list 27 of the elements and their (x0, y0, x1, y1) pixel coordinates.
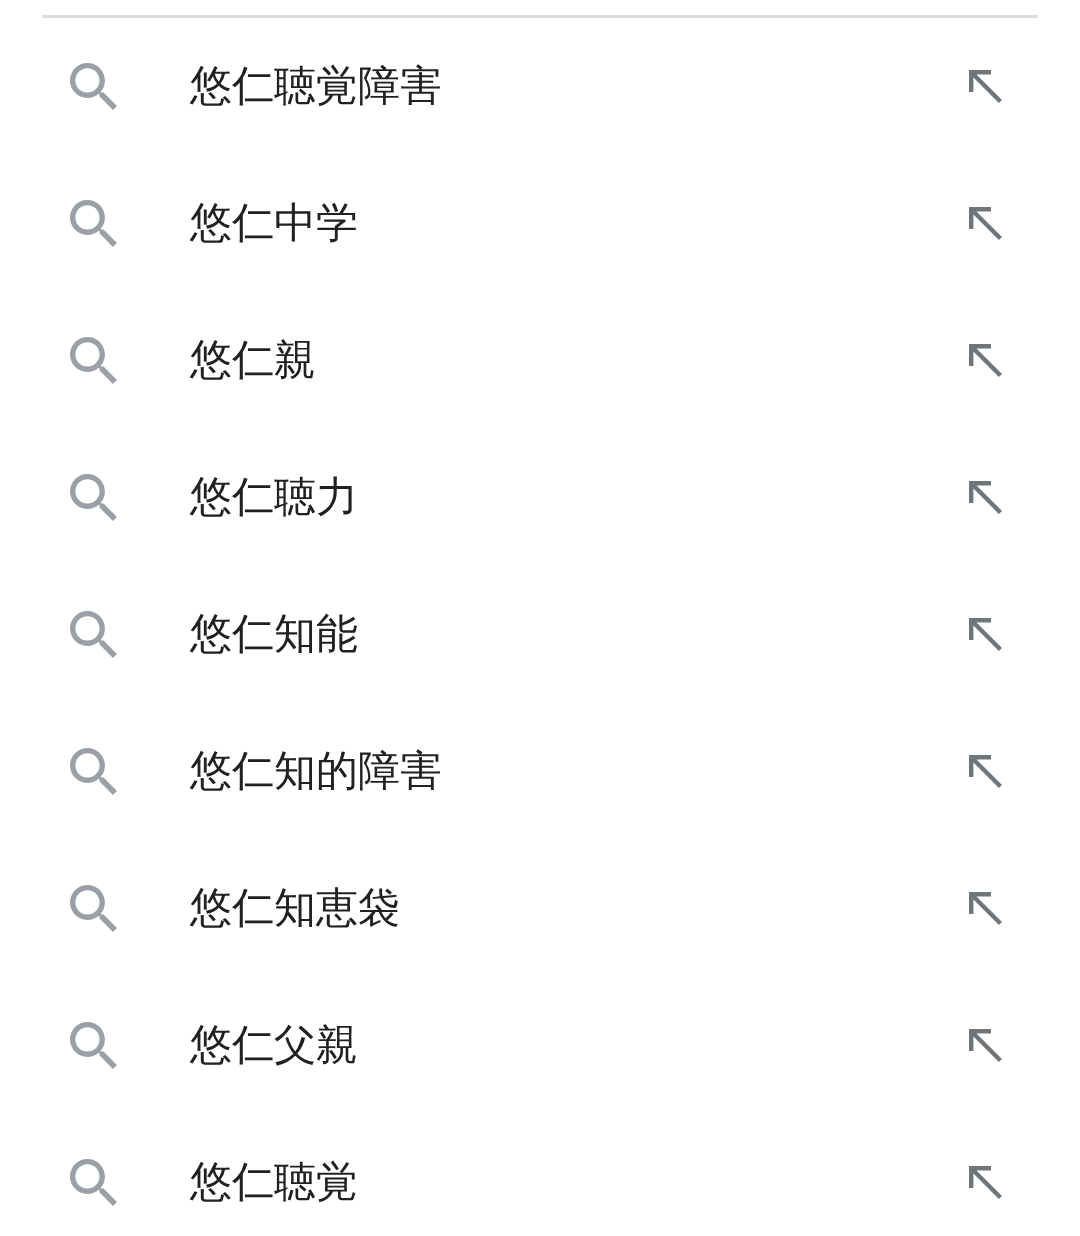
up-left-arrow-icon[interactable] (969, 892, 1002, 925)
up-left-arrow-icon[interactable] (969, 1166, 1002, 1199)
search-icon (70, 1022, 117, 1069)
search-icon (70, 474, 117, 521)
suggestion-text[interactable]: 悠仁聴力 (190, 472, 358, 523)
suggestion-text[interactable]: 悠仁知能 (190, 609, 358, 660)
search-icon (70, 748, 117, 795)
up-left-arrow-icon[interactable] (969, 1029, 1002, 1062)
suggestion-text[interactable]: 悠仁中学 (190, 198, 358, 249)
search-icon (70, 611, 117, 658)
up-left-arrow-icon[interactable] (969, 618, 1002, 651)
search-icon (70, 885, 117, 932)
suggestion-text[interactable]: 悠仁父親 (190, 1020, 358, 1071)
search-icon (70, 200, 117, 247)
up-left-arrow-icon[interactable] (969, 755, 1002, 788)
up-left-arrow-icon[interactable] (969, 70, 1002, 103)
search-icon (70, 63, 117, 110)
suggestion-text[interactable]: 悠仁聴覚 (190, 1157, 358, 1208)
suggestion-text[interactable]: 悠仁聴覚障害 (190, 61, 442, 112)
up-left-arrow-icon[interactable] (969, 481, 1002, 514)
up-left-arrow-icon[interactable] (969, 344, 1002, 377)
suggestion-text[interactable]: 悠仁知恵袋 (190, 883, 400, 934)
up-left-arrow-icon[interactable] (969, 207, 1002, 240)
search-icon (70, 337, 117, 384)
suggestion-text[interactable]: 悠仁知的障害 (190, 746, 442, 797)
search-icon (70, 1159, 117, 1206)
suggestion-text[interactable]: 悠仁親 (190, 335, 316, 386)
